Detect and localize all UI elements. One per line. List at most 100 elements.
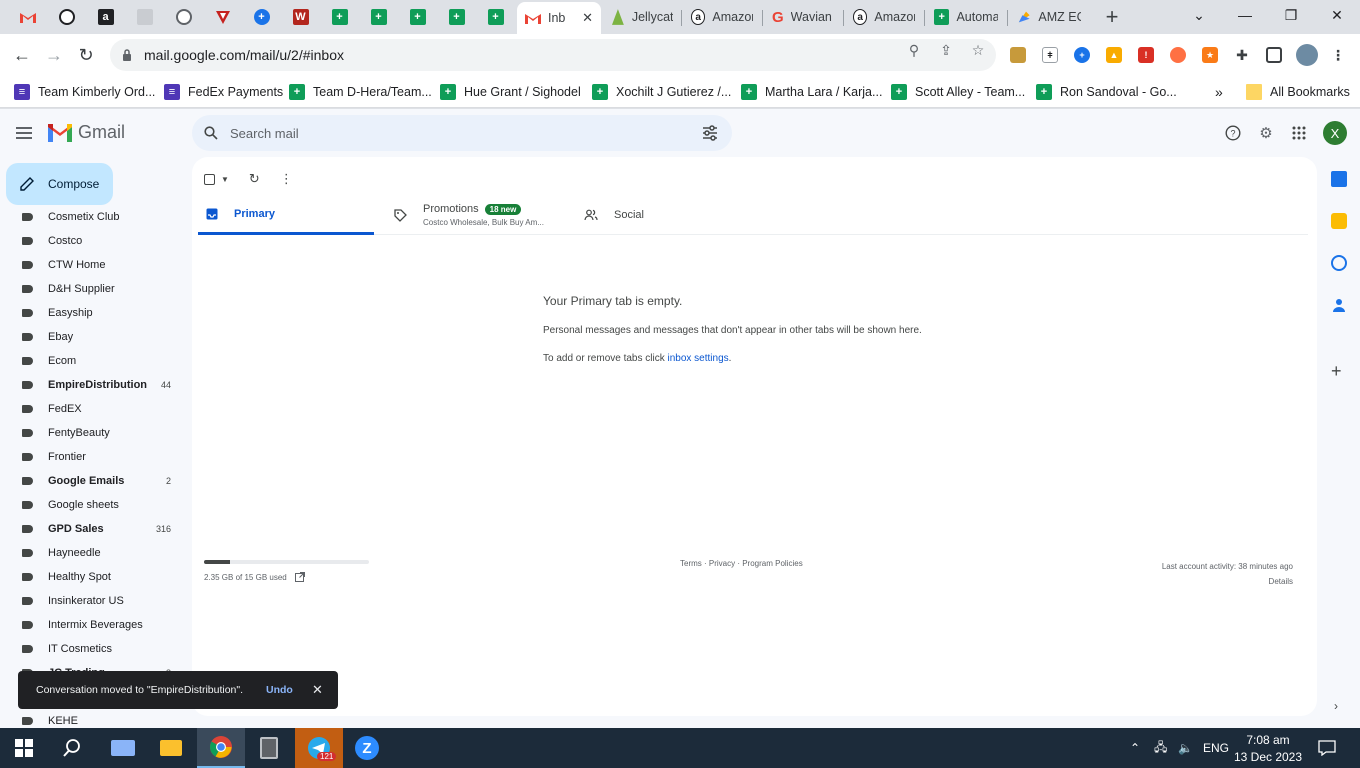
chevron-down-icon[interactable]: ▼ (221, 175, 229, 184)
tab-wavian[interactable]: G Wavian (764, 4, 842, 30)
tab-amz-ec[interactable]: AMZ EC (1009, 4, 1089, 30)
tab-search-button[interactable]: ⌄ (1176, 0, 1222, 30)
network-icon[interactable]: 🖧 (1154, 728, 1167, 768)
show-side-panel-chevron-icon[interactable]: › (1334, 699, 1338, 713)
share-icon[interactable]: ⇪ (938, 42, 954, 58)
label-item[interactable]: FedEX (0, 397, 180, 421)
search-bar[interactable]: Search mail (192, 115, 732, 151)
apps-grid-icon[interactable] (1289, 123, 1309, 143)
taskbar-app-calculator[interactable] (245, 728, 293, 768)
extension-icon[interactable]: ★ (1202, 47, 1218, 63)
extension-icon[interactable]: ! (1138, 47, 1154, 63)
bookmark-item[interactable]: + Scott Alley - Team... (891, 82, 1025, 102)
tab-sheets-4[interactable]: + (437, 4, 476, 30)
label-item[interactable]: KEHE (0, 709, 180, 728)
bookmark-item[interactable]: + Xochilt J Gutierez /... (592, 82, 731, 102)
more-bookmarks-button[interactable]: » (1215, 82, 1223, 102)
taskbar-app-chrome[interactable] (197, 728, 245, 768)
terms-privacy-links[interactable]: Terms · Privacy · Program Policies (680, 559, 803, 568)
start-button[interactable] (0, 728, 48, 768)
label-item[interactable]: Ecom (0, 349, 180, 373)
help-icon[interactable]: ? (1223, 123, 1243, 143)
extension-icon[interactable]: ▲ (1106, 47, 1122, 63)
side-panel-icon[interactable] (1266, 47, 1282, 63)
search-options-icon[interactable] (702, 125, 718, 141)
close-icon[interactable]: ✕ (582, 10, 593, 26)
tasks-icon[interactable] (1331, 255, 1347, 271)
volume-icon[interactable]: 🔈 (1178, 728, 1193, 768)
new-tab-button[interactable]: + (1100, 4, 1124, 29)
tab-promotions[interactable]: Promotions 18 new Costco Wholesale, Bulk… (386, 195, 562, 235)
bookmark-item[interactable]: ≡ Team Kimberly Ord... (14, 82, 155, 102)
label-item[interactable]: Healthy Spot (0, 565, 180, 589)
label-item[interactable]: CTW Home (0, 253, 180, 277)
tab-pinned-5[interactable] (164, 4, 203, 30)
search-button[interactable] (48, 728, 96, 768)
browser-menu-icon[interactable]: ⋮ (1330, 47, 1346, 63)
extension-icon[interactable]: + (1074, 47, 1090, 63)
tab-amazon[interactable]: a Amazon (683, 4, 761, 30)
label-item[interactable]: FentyBeauty (0, 421, 180, 445)
bookmark-item[interactable]: + Ron Sandoval - Go... (1036, 82, 1177, 102)
profile-avatar[interactable] (1296, 44, 1318, 66)
tab-pinned-8[interactable]: W (281, 4, 320, 30)
search-input[interactable]: Search mail (230, 126, 299, 141)
tab-chatgpt[interactable] (47, 4, 86, 30)
tab-sheets-5[interactable]: + (476, 4, 515, 30)
restore-button[interactable]: ❐ (1268, 0, 1314, 30)
select-all-checkbox[interactable] (204, 173, 215, 185)
extension-icon[interactable]: ǂ (1042, 47, 1058, 63)
bookmark-star-icon[interactable]: ☆ (970, 42, 986, 58)
details-link[interactable]: Details (1162, 574, 1293, 589)
label-item[interactable]: Google Emails 2 (0, 469, 180, 493)
bookmark-item[interactable]: ≡ FedEx Payments (164, 82, 283, 102)
tab-jellycat[interactable]: Jellycat (603, 4, 681, 30)
extension-icon[interactable] (1010, 47, 1026, 63)
contacts-icon[interactable] (1331, 297, 1347, 313)
tab-amazon-2[interactable]: a Amazon (845, 4, 923, 30)
tab-gmail-pinned[interactable] (8, 4, 47, 30)
open-external-icon[interactable] (294, 572, 305, 582)
taskbar-app-desktop[interactable] (99, 728, 147, 768)
tab-primary[interactable]: Primary (198, 195, 374, 235)
minimize-button[interactable]: — (1222, 0, 1268, 30)
label-item[interactable]: Costco (0, 229, 180, 253)
zoom-icon[interactable]: ⚲ (906, 42, 922, 58)
tab-automa[interactable]: + Automa (926, 4, 1006, 30)
label-item[interactable]: Ebay (0, 325, 180, 349)
back-button[interactable]: ← (10, 43, 34, 67)
label-item[interactable]: IT Cosmetics (0, 637, 180, 661)
settings-gear-icon[interactable]: ⚙ (1256, 123, 1276, 143)
calendar-icon[interactable] (1331, 171, 1347, 187)
language-indicator[interactable]: ENG (1203, 728, 1229, 768)
notifications-icon[interactable] (1318, 728, 1336, 768)
taskbar-app-explorer[interactable] (147, 728, 195, 768)
label-item[interactable]: Cosmetix Club (0, 209, 180, 229)
address-bar[interactable]: mail.google.com/mail/u/2/#inbox (110, 39, 996, 71)
gmail-logo[interactable]: Gmail (48, 122, 125, 143)
tab-sheets-3[interactable]: + (398, 4, 437, 30)
refresh-icon[interactable]: ↻ (249, 171, 260, 187)
more-options-icon[interactable]: ⋮ (280, 171, 293, 187)
label-item[interactable]: GPD Sales 316 (0, 517, 180, 541)
tab-pinned-4[interactable] (125, 4, 164, 30)
bookmark-item[interactable]: + Martha Lara / Karja... (741, 82, 882, 102)
label-item[interactable]: D&H Supplier (0, 277, 180, 301)
extension-icon[interactable] (1170, 47, 1186, 63)
tab-gmail-inbox[interactable]: Inb ✕ (517, 2, 601, 34)
tab-pinned-7[interactable]: + (242, 4, 281, 30)
forward-button[interactable]: → (42, 43, 66, 67)
undo-button[interactable]: Undo (266, 684, 293, 696)
all-bookmarks[interactable]: All Bookmarks (1246, 82, 1350, 102)
label-item[interactable]: Google sheets (0, 493, 180, 517)
tab-sheets-2[interactable]: + (359, 4, 398, 30)
search-icon[interactable] (204, 126, 218, 140)
label-item[interactable]: Hayneedle (0, 541, 180, 565)
bookmark-item[interactable]: + Hue Grant / Sighodel (440, 82, 581, 102)
clock[interactable]: 7:08 am 13 Dec 2023 (1232, 732, 1304, 766)
label-item[interactable]: Insinkerator US (0, 589, 180, 613)
get-addons-plus-icon[interactable]: + (1331, 361, 1342, 382)
label-item[interactable]: Intermix Beverages (0, 613, 180, 637)
main-menu-icon[interactable] (12, 121, 36, 145)
taskbar-app-telegram[interactable]: 121 (295, 728, 343, 768)
